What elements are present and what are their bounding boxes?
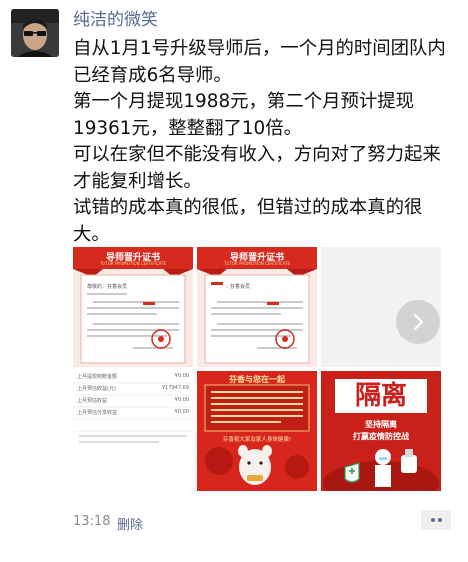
image-newyear-poster[interactable]: 芬香与您在一起 芬香祝大家及家人身体健康! — [197, 371, 317, 491]
post-author-name[interactable]: 纯洁的微笑 — [73, 9, 158, 31]
post-text-line: 大。 — [73, 223, 110, 245]
more-dots-icon — [430, 518, 442, 522]
post-text-line: 可以在家但不能没有收入，方向对了努力起来 — [73, 144, 441, 165]
certificate-greeting: 尊敬的：芬香会员 — [87, 284, 128, 290]
earnings-row-value: ¥0.00 — [174, 397, 189, 403]
avatar[interactable] — [11, 9, 59, 57]
earnings-row-label: 上月预估分享收益 — [77, 410, 118, 416]
more-button[interactable] — [421, 510, 451, 530]
epidemic-big-text: 隔离 — [354, 381, 407, 411]
image-certificate-2[interactable]: 导师晋升证书 TUTOR PROMOTION CERTIFICATE ：芬香会员 — [197, 247, 317, 367]
earnings-row: 上月预估收益 ¥0.00 — [77, 397, 189, 404]
earnings-row: 上月提现到账金额 ¥0.00 — [77, 373, 189, 380]
post-text-line: 第一个月提现1988元，第二个月预计提现 — [73, 91, 415, 112]
post-time: 13:18 — [73, 514, 111, 529]
post-text-line: 19361元，整整翻了10倍。 — [73, 117, 303, 139]
certificate-subtitle: TUTOR PROMOTION CERTIFICATE — [99, 261, 167, 266]
post-text-line: 已经育成6名导师。 — [73, 64, 232, 86]
image-earnings[interactable]: 上月提现到账金额 ¥0.00 上月预估收益(元) ¥17947.69 上月预估收… — [73, 371, 193, 491]
earnings-row-value: ¥0.00 — [174, 373, 189, 379]
image-gallery: 导师晋升证书 TUTOR PROMOTION CERTIFICATE 尊敬的：芬… — [73, 247, 447, 492]
epidemic-slogan-1: 坚持隔离 — [365, 420, 397, 429]
newyear-blessing: 芬香祝大家及家人身体健康! — [222, 437, 292, 443]
epidemic-slogan-2: 打赢疫情防控战 — [353, 432, 409, 441]
post-text-line: 试错的成本真的很低，但错过的成本真的很 — [73, 197, 423, 218]
certificate-subtitle: TUTOR PROMOTION CERTIFICATE — [223, 261, 291, 266]
image-certificate-1[interactable]: 导师晋升证书 TUTOR PROMOTION CERTIFICATE 尊敬的：芬… — [73, 247, 193, 367]
earnings-row: 上月预估分享收益 ¥0.00 — [77, 409, 189, 416]
post-text-line: 自从1月1号升级导师后，一个月的时间团队内 — [73, 38, 446, 59]
newyear-headline: 芬香与您在一起 — [229, 375, 285, 384]
certificate-greeting: ：芬香会员 — [225, 284, 251, 290]
earnings-row-label: 上月预估收益 — [77, 398, 108, 404]
delete-link[interactable]: 删除 — [117, 514, 143, 533]
post-text: 自从1月1号升级导师后，一个月的时间团队内 已经育成6名导师。 第一个月提现19… — [73, 36, 453, 248]
image-epidemic-poster[interactable]: 隔离 坚持隔离 打赢疫情防控战 — [321, 371, 441, 491]
earnings-row-value: ¥0.00 — [174, 409, 189, 415]
chevron-right-icon — [413, 313, 424, 331]
earnings-row-label: 上月提现到账金额 — [77, 374, 118, 380]
post-text-line: 才能复利增长。 — [73, 170, 202, 192]
earnings-row-label: 上月预估收益(元) — [77, 386, 116, 392]
earnings-row: 上月预估收益(元) ¥17947.69 — [77, 385, 189, 392]
next-image-button[interactable] — [396, 300, 440, 344]
earnings-row-value: ¥17947.69 — [161, 385, 189, 391]
